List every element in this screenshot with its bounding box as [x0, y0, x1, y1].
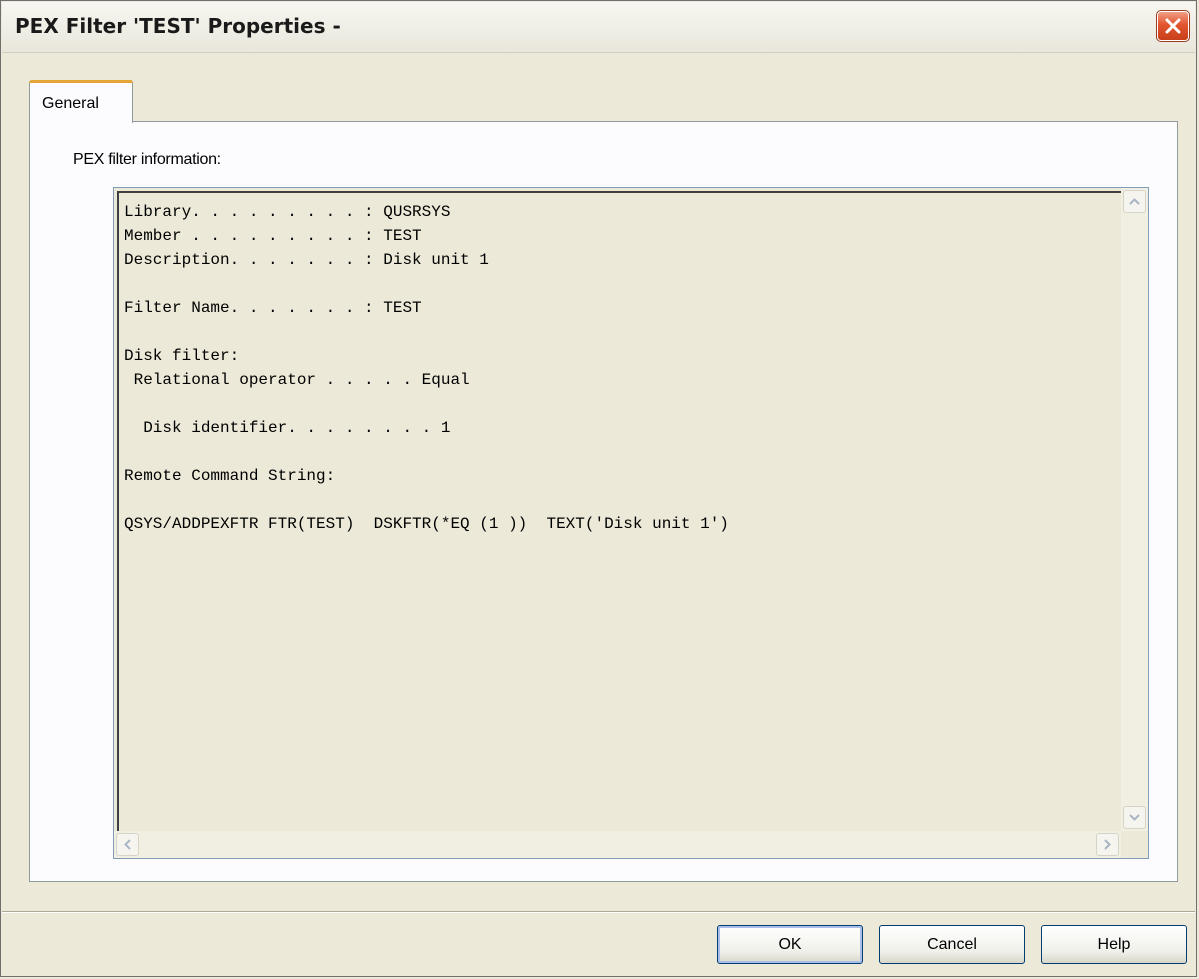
text-line: Disk identifier. . . . . . . . 1	[124, 419, 451, 437]
scroll-corner	[1121, 831, 1148, 858]
title-bar[interactable]: PEX Filter 'TEST' Properties -	[2, 2, 1195, 53]
arrow-up-icon	[1129, 198, 1140, 205]
text-line	[124, 320, 729, 344]
text-line: Disk filter:	[124, 347, 240, 365]
scroll-right-button[interactable]	[1096, 833, 1119, 856]
text-line: Remote Command String:	[124, 467, 336, 485]
text-line: Member . . . . . . . . . : TEST	[124, 227, 422, 245]
scroll-down-button[interactable]	[1123, 806, 1146, 829]
ok-button[interactable]: OK	[717, 925, 863, 964]
scroll-left-button[interactable]	[116, 833, 139, 856]
horizontal-scrollbar[interactable]	[114, 831, 1121, 858]
scroll-up-button[interactable]	[1123, 190, 1146, 213]
arrow-down-icon	[1129, 814, 1140, 821]
button-bar-divider-highlight	[2, 912, 1195, 913]
text-line	[124, 272, 729, 296]
text-line	[124, 440, 729, 464]
cancel-button[interactable]: Cancel	[879, 925, 1025, 964]
text-line: QSYS/ADDPEXFTR FTR(TEST) DSKFTR(*EQ (1 )…	[124, 515, 729, 533]
arrow-right-icon	[1104, 839, 1111, 850]
help-button[interactable]: Help	[1041, 925, 1187, 964]
text-line	[124, 392, 729, 416]
text-line: Library. . . . . . . . . : QUSRSYS	[124, 203, 451, 221]
tab-general[interactable]: General	[29, 80, 133, 123]
tab-general-label: General	[42, 95, 99, 112]
filter-info-text: Library. . . . . . . . . : QUSRSYS Member…	[124, 200, 729, 536]
vertical-scrollbar[interactable]	[1121, 188, 1148, 831]
close-button[interactable]	[1156, 10, 1190, 42]
properties-dialog: PEX Filter 'TEST' Properties - General P…	[0, 0, 1197, 977]
window-title: PEX Filter 'TEST' Properties -	[15, 14, 341, 38]
text-line: Description. . . . . . . : Disk unit 1	[124, 251, 489, 269]
arrow-left-icon	[124, 839, 131, 850]
text-line: Relational operator . . . . . Equal	[124, 371, 470, 389]
text-line: Filter Name. . . . . . . : TEST	[124, 299, 422, 317]
pex-filter-info-label: PEX filter information:	[73, 151, 221, 168]
close-icon	[1165, 18, 1181, 34]
text-line	[124, 488, 729, 512]
pex-filter-info-textbox[interactable]: Library. . . . . . . . . : QUSRSYS Member…	[113, 187, 1149, 859]
textbox-viewport: Library. . . . . . . . . : QUSRSYS Member…	[117, 191, 1145, 855]
